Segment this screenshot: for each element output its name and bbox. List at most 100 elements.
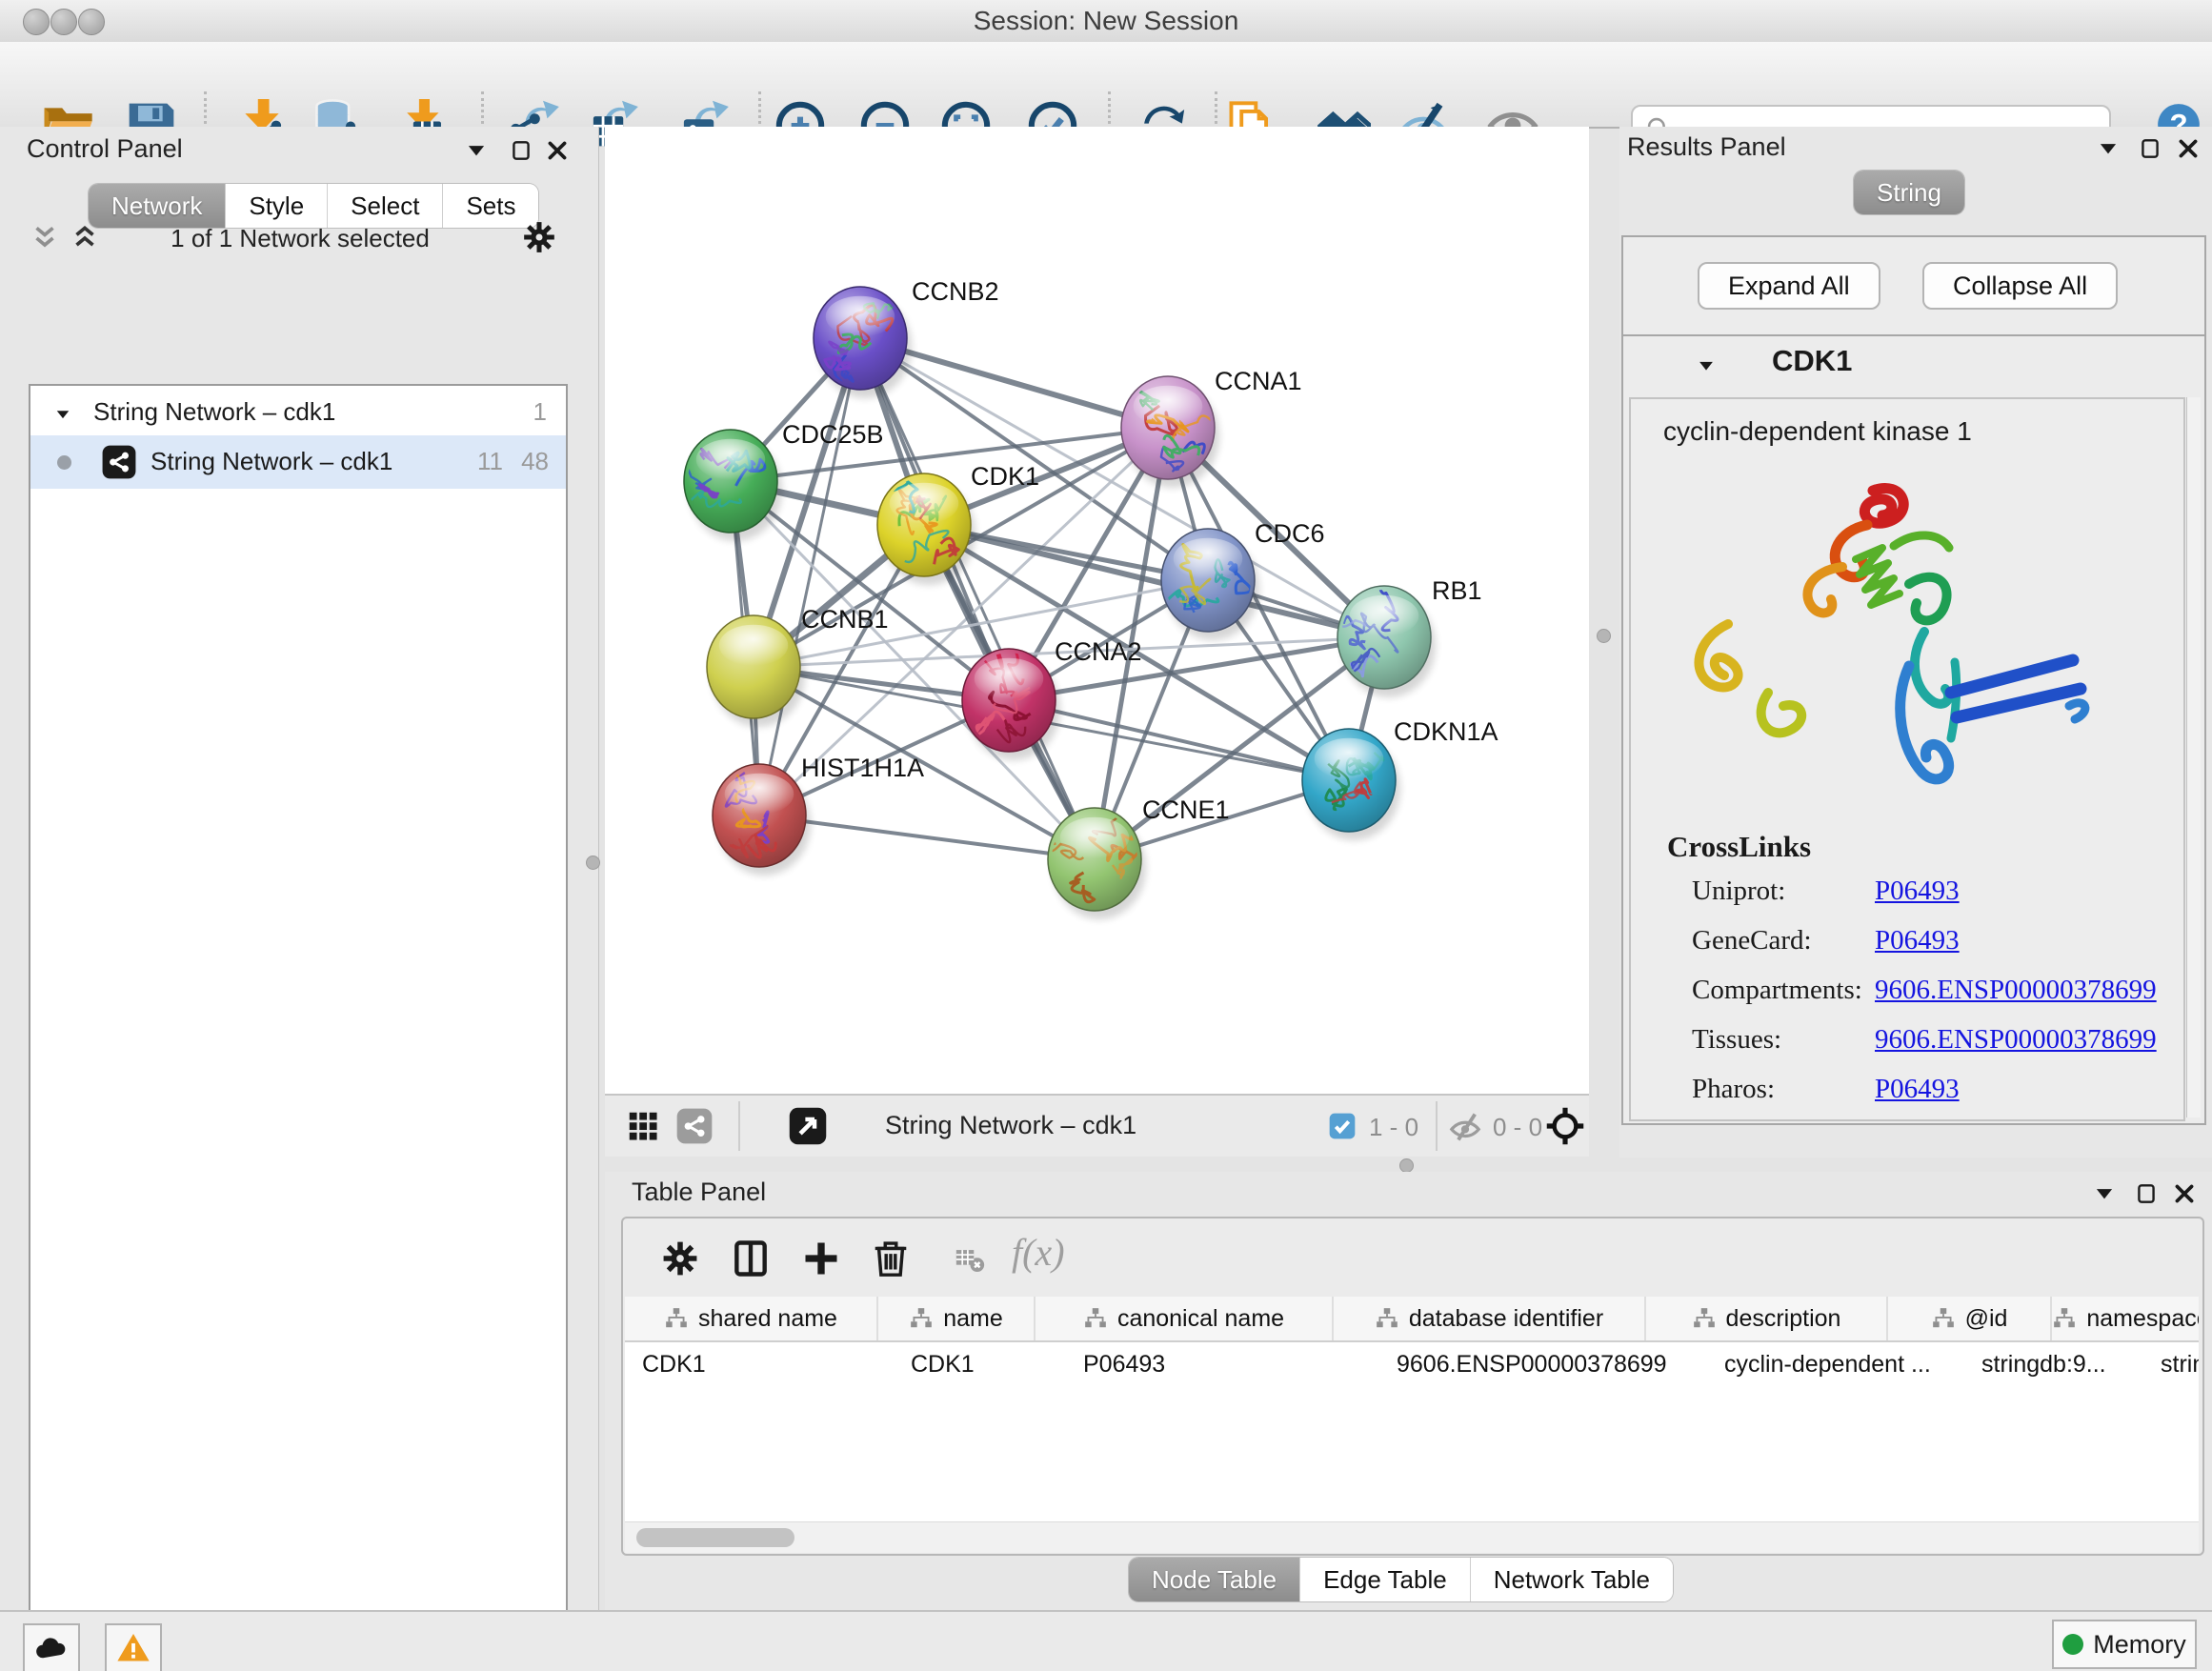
column-type-icon (1083, 1306, 1108, 1331)
column-header: description (1646, 1297, 1888, 1340)
grid-mode-icon[interactable] (626, 1109, 660, 1143)
results-panel: Results Panel String Expand All Collapse… (1619, 127, 2212, 1158)
network-canvas[interactable]: CCNB2CCNA1CDC25BCDK1CDC6RB1CCNB1CCNA2CDK… (605, 127, 1589, 1094)
gene-name: CDK1 (1772, 344, 1852, 378)
tissues-link[interactable]: 9606.ENSP00000378699 (1875, 1024, 2157, 1056)
results-scrollbar[interactable] (2186, 397, 2201, 1117)
control-panel-title: Control Panel (27, 134, 183, 164)
graph-node-CDC25B[interactable] (684, 430, 782, 541)
tab-edge-table[interactable]: Edge Table (1300, 1558, 1471, 1601)
entry-detail-box: cyclin-dependent kinase 1 CrossLinks Uni… (1629, 397, 2185, 1121)
expand-all-button[interactable]: Expand All (1698, 262, 1880, 310)
close-panel-icon[interactable] (545, 138, 570, 163)
node-table[interactable]: shared name name canonical name database… (625, 1297, 2199, 1521)
table-row[interactable]: CDK1 CDK1 P06493 9606.ENSP00000378699 cy… (625, 1342, 2199, 1386)
toolbar-divider (738, 1101, 740, 1151)
graph-node-label: CCNE1 (1142, 795, 1230, 824)
graph-node-label: CDC25B (782, 420, 884, 449)
graph-node-label: CCNB1 (801, 605, 889, 634)
results-panel-tabs: String (1854, 171, 1964, 214)
memory-button[interactable]: Memory (2052, 1620, 2197, 1669)
column-header: namespace (2052, 1297, 2199, 1340)
tab-style[interactable]: Style (226, 184, 328, 228)
tab-string[interactable]: String (1854, 171, 1964, 214)
selected-nodes-checkbox-icon[interactable] (1327, 1111, 1357, 1141)
uniprot-link[interactable]: P06493 (1875, 876, 1960, 907)
crosslink-label: GeneCard: (1692, 925, 1812, 956)
float-panel-icon[interactable] (509, 138, 533, 163)
node-position-icon[interactable] (1544, 1105, 1586, 1147)
graph-node-CDK1[interactable] (877, 473, 975, 585)
collection-expand-icon[interactable] (53, 405, 72, 424)
warning-icon (115, 1630, 151, 1666)
bottom-splitter-handle[interactable] (1399, 1158, 1414, 1173)
expand-all-networks-icon[interactable] (69, 222, 101, 254)
graph-node-CCNE1[interactable] (1045, 797, 1146, 920)
panel-menu-icon[interactable] (2092, 1181, 2117, 1206)
scrollbar-thumb[interactable] (636, 1528, 794, 1547)
tab-select[interactable]: Select (328, 184, 443, 228)
crosslinks-title: CrossLinks (1667, 830, 1811, 864)
panel-menu-icon[interactable] (2096, 136, 2121, 161)
network-options-gear-icon[interactable] (520, 218, 558, 256)
graph-node-CCNB2[interactable] (814, 287, 912, 398)
network-current-dot-icon (57, 455, 71, 470)
table-options-gear-icon[interactable] (659, 1238, 701, 1279)
warnings-button[interactable] (105, 1623, 162, 1671)
title-bar: Session: New Session (0, 0, 2212, 43)
collection-count: 1 (533, 397, 547, 427)
pharos-link[interactable]: P06493 (1875, 1074, 1960, 1105)
network-tree: String Network – cdk1 1 String Network –… (29, 384, 568, 1671)
tab-network-table[interactable]: Network Table (1471, 1558, 1673, 1601)
control-panel-tabs: Network Style Select Sets (89, 184, 538, 228)
results-panel-title: Results Panel (1627, 132, 1786, 162)
graph-node-CCNA2[interactable] (962, 643, 1060, 760)
cloud-button[interactable] (23, 1623, 80, 1671)
collapse-all-button[interactable]: Collapse All (1922, 262, 2118, 310)
graph-node-CDKN1A[interactable] (1302, 729, 1400, 840)
float-panel-icon[interactable] (2134, 1181, 2159, 1206)
horizontal-scrollbar[interactable] (625, 1521, 2199, 1553)
memory-label: Memory (2093, 1630, 2186, 1660)
table-tabs: Node Table Edge Table Network Table (1129, 1558, 1673, 1601)
table-content-box: f(x) shared name name canonical name dat… (621, 1217, 2204, 1556)
hidden-items-icon[interactable] (1447, 1109, 1483, 1145)
network-collection-row[interactable]: String Network – cdk1 1 (30, 390, 566, 435)
graph-node-label: RB1 (1432, 576, 1482, 605)
results-controls-box: Expand All Collapse All (1621, 235, 2206, 336)
genecard-link[interactable]: P06493 (1875, 925, 1960, 956)
compartments-link[interactable]: 9606.ENSP00000378699 (1875, 975, 2157, 1006)
left-splitter-handle[interactable] (586, 856, 600, 870)
entry-expand-icon[interactable] (1696, 355, 1717, 376)
status-bar: Memory (0, 1610, 2212, 1671)
network-view-title: String Network – cdk1 (885, 1111, 1136, 1140)
graph-node-CDC6[interactable] (1161, 529, 1259, 640)
edge-count: 48 (521, 447, 549, 476)
graph-node-label: CDKN1A (1394, 717, 1498, 746)
tab-network[interactable]: Network (89, 184, 226, 228)
delete-table-icon (951, 1243, 989, 1276)
float-panel-icon[interactable] (2138, 136, 2162, 161)
birds-eye-view-icon[interactable] (788, 1106, 828, 1146)
show-columns-icon[interactable] (730, 1238, 772, 1279)
graph-node-label: CCNB2 (912, 277, 999, 306)
close-panel-icon[interactable] (2172, 1181, 2197, 1206)
string-network-graph[interactable]: CCNB2CCNA1CDC25BCDK1CDC6RB1CCNB1CCNA2CDK… (605, 127, 1589, 1094)
collection-label: String Network – cdk1 (93, 397, 335, 427)
right-splitter-handle[interactable] (1597, 629, 1611, 643)
crosslink-label: Uniprot: (1692, 876, 1785, 907)
close-panel-icon[interactable] (2176, 136, 2201, 161)
column-type-icon (909, 1306, 934, 1331)
graph-node-CCNA1[interactable] (1121, 376, 1222, 488)
network-view-icon[interactable] (675, 1107, 714, 1145)
graph-node-label: HIST1H1A (801, 754, 924, 782)
add-column-icon[interactable] (800, 1238, 842, 1279)
results-entry-box: CDK1 cyclin-dependent kinase 1 CrossLink… (1621, 334, 2206, 1125)
panel-menu-icon[interactable] (464, 138, 489, 163)
network-row-selected[interactable]: String Network – cdk1 11 48 (30, 435, 566, 489)
collapse-all-networks-icon[interactable] (29, 222, 61, 254)
graph-node-label: CCNA1 (1215, 367, 1302, 395)
delete-column-icon[interactable] (869, 1236, 913, 1279)
control-panel: Control Panel Network Style Select Sets … (0, 127, 599, 1610)
tab-node-table[interactable]: Node Table (1129, 1558, 1300, 1601)
